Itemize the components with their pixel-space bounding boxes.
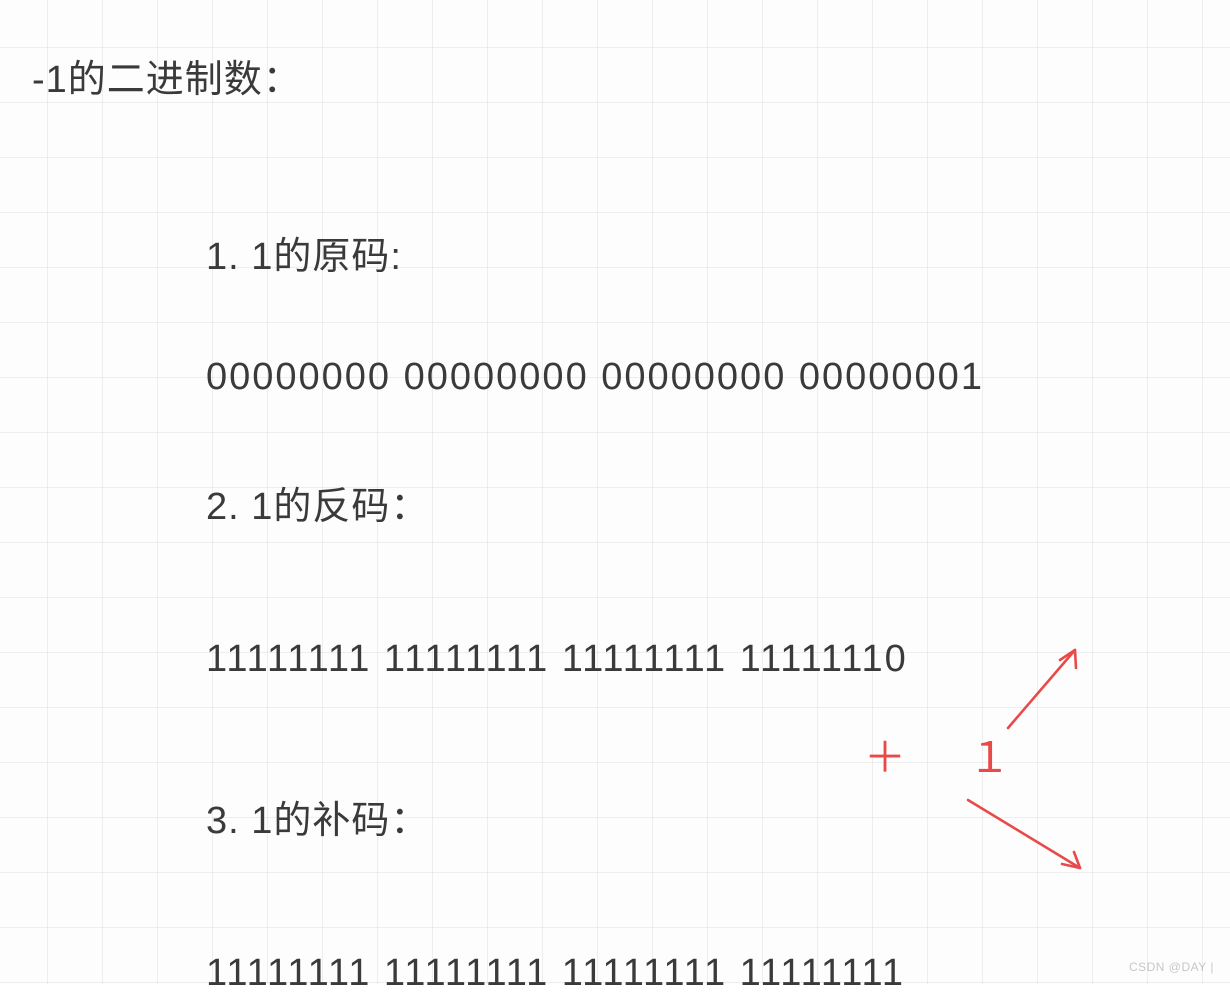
watermark: CSDN @DAY |	[1129, 960, 1214, 974]
section-3-heading: 3. 1的补码：	[206, 789, 1230, 844]
section-2-binary: 11111111 11111111 11111111 11111110	[206, 638, 1230, 681]
document-content: -1的二进制数： 1. 1的原码: 00000000 00000000 0000…	[0, 0, 1230, 995]
section-1-binary: 00000000 00000000 00000000 00000001	[206, 356, 1230, 399]
section-1-heading: 1. 1的原码:	[206, 225, 1230, 280]
document-title: -1的二进制数：	[32, 48, 1230, 103]
section-3-binary: 11111111 11111111 11111111 11111111	[206, 952, 1230, 995]
section-2-heading: 2. 1的反码：	[206, 475, 1230, 530]
